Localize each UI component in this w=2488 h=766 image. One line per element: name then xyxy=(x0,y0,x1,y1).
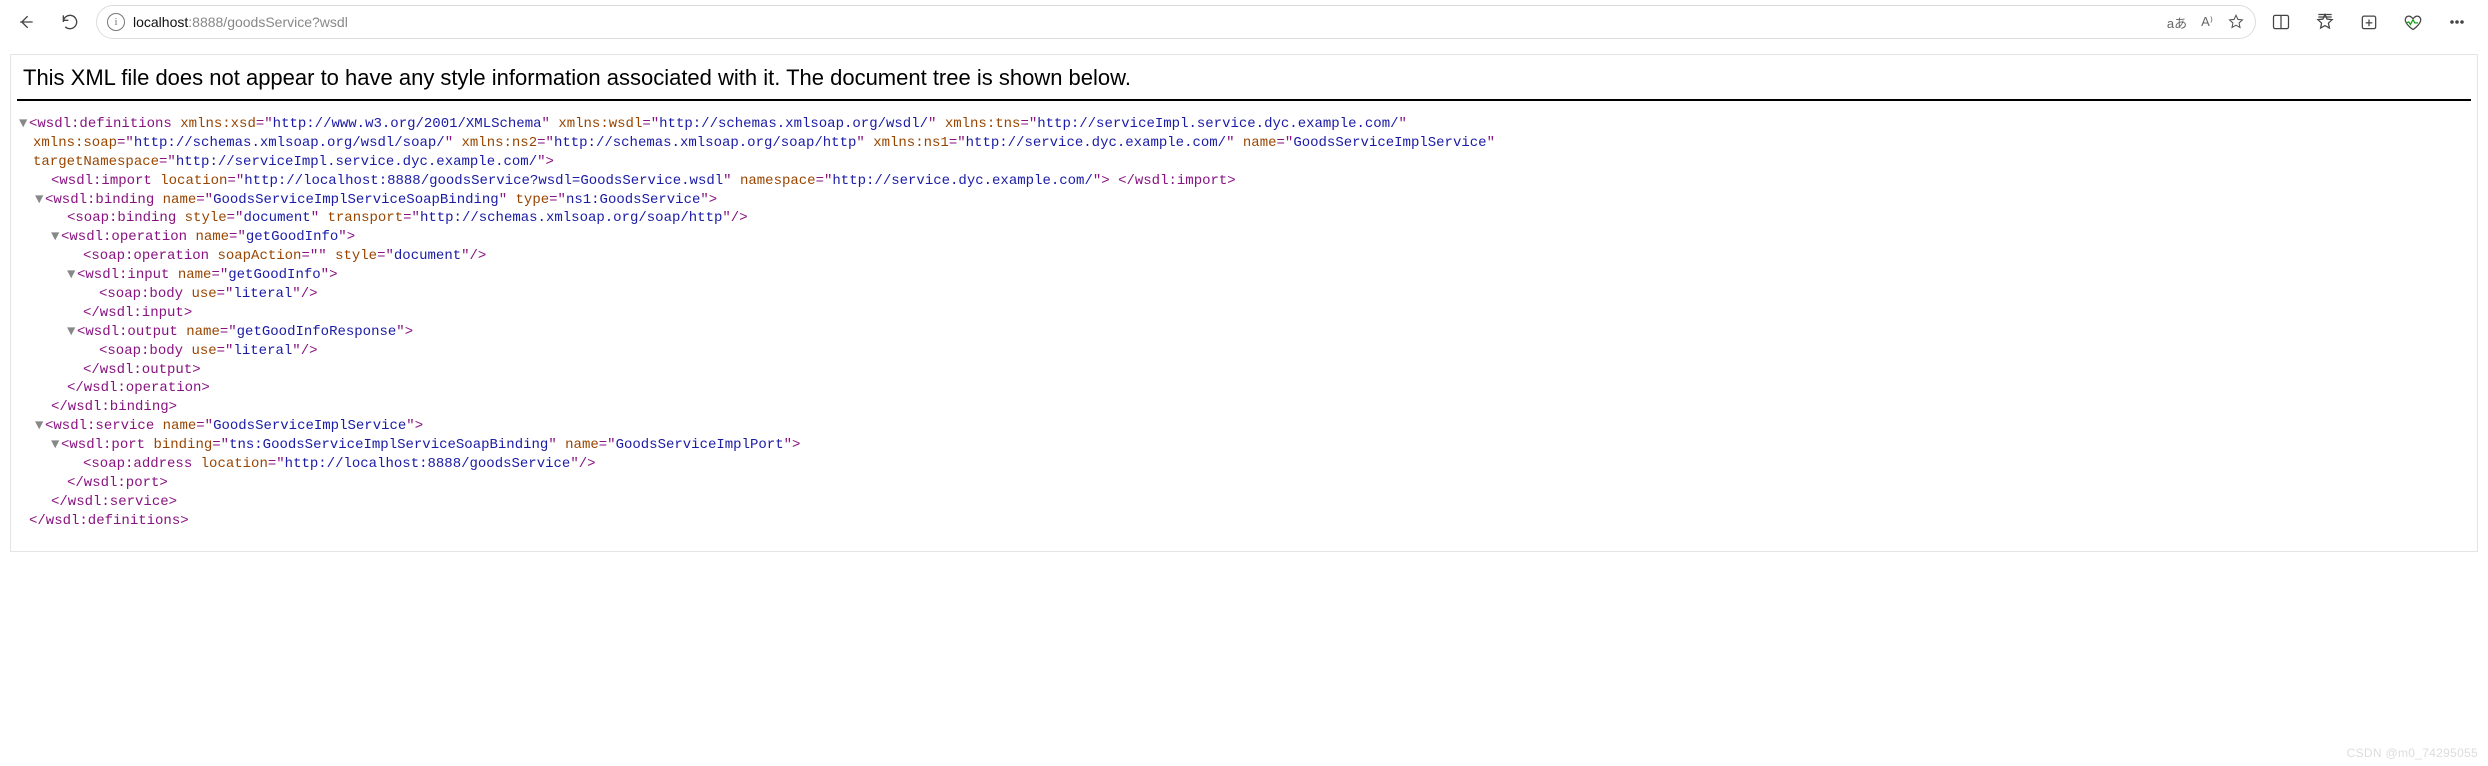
refresh-icon xyxy=(60,12,80,32)
favorites-icon[interactable] xyxy=(2308,5,2342,39)
refresh-button[interactable] xyxy=(52,4,88,40)
xml-tree: ▼<wsdl:definitions xmlns:xsd="http://www… xyxy=(11,101,2477,551)
collections-icon[interactable] xyxy=(2352,5,2386,39)
operation-open[interactable]: ▼<wsdl:operation name="getGoodInfo"> xyxy=(19,228,2469,247)
output-close: </wsdl:output> xyxy=(19,361,2469,380)
split-screen-icon[interactable] xyxy=(2264,5,2298,39)
expander-icon[interactable]: ▼ xyxy=(67,323,77,342)
expander-icon[interactable]: ▼ xyxy=(51,228,61,247)
input-open[interactable]: ▼<wsdl:input name="getGoodInfo"> xyxy=(19,266,2469,285)
service-open[interactable]: ▼<wsdl:service name="GoodsServiceImplSer… xyxy=(19,417,2469,436)
star-icon[interactable] xyxy=(2227,13,2245,31)
definitions-open-line1[interactable]: ▼<wsdl:definitions xmlns:xsd="http://www… xyxy=(19,115,2469,134)
back-button[interactable] xyxy=(8,4,44,40)
binding-close: </wsdl:binding> xyxy=(19,398,2469,417)
expander-icon[interactable]: ▼ xyxy=(51,436,61,455)
definitions-open-line3: targetNamespace="http://serviceImpl.serv… xyxy=(19,153,2469,172)
translate-icon[interactable]: aあ xyxy=(2167,13,2187,32)
input-close: </wsdl:input> xyxy=(19,304,2469,323)
content-area: This XML file does not appear to have an… xyxy=(10,54,2478,552)
address-host: localhost xyxy=(133,14,188,30)
expander-icon[interactable]: ▼ xyxy=(35,417,45,436)
arrow-left-icon xyxy=(16,12,36,32)
port-close: </wsdl:port> xyxy=(19,474,2469,493)
service-close: </wsdl:service> xyxy=(19,493,2469,512)
address-bar[interactable]: i localhost:8888/goodsService?wsdl aあ A⁾ xyxy=(96,5,2256,39)
address-text: localhost:8888/goodsService?wsdl xyxy=(133,14,2159,30)
expander-icon[interactable]: ▼ xyxy=(35,191,45,210)
operation-close: </wsdl:operation> xyxy=(19,379,2469,398)
expander-icon[interactable]: ▼ xyxy=(67,266,77,285)
output-open[interactable]: ▼<wsdl:output name="getGoodInfoResponse"… xyxy=(19,323,2469,342)
toolbar-right xyxy=(2264,5,2480,39)
definitions-open-line2: xmlns:soap="http://schemas.xmlsoap.org/w… xyxy=(19,134,2469,153)
expander-icon[interactable]: ▼ xyxy=(19,115,29,134)
import-line[interactable]: <wsdl:import location="http://localhost:… xyxy=(19,172,2469,191)
address-path: :8888/goodsService?wsdl xyxy=(188,14,348,30)
read-aloud-icon[interactable]: A⁾ xyxy=(2201,14,2213,30)
soap-address[interactable]: <soap:address location="http://localhost… xyxy=(19,455,2469,474)
binding-open[interactable]: ▼<wsdl:binding name="GoodsServiceImplSer… xyxy=(19,191,2469,210)
definitions-close: </wsdl:definitions> xyxy=(19,512,2469,531)
soap-operation[interactable]: <soap:operation soapAction="" style="doc… xyxy=(19,247,2469,266)
input-soap-body[interactable]: <soap:body use="literal"/> xyxy=(19,285,2469,304)
port-open[interactable]: ▼<wsdl:port binding="tns:GoodsServiceImp… xyxy=(19,436,2469,455)
soap-binding[interactable]: <soap:binding style="document" transport… xyxy=(19,209,2469,228)
browser-toolbar: i localhost:8888/goodsService?wsdl aあ A⁾ xyxy=(0,0,2488,44)
more-icon[interactable] xyxy=(2440,5,2474,39)
watermark: CSDN @m0_74295055 xyxy=(2347,746,2478,760)
site-info-icon[interactable]: i xyxy=(107,13,125,31)
xml-banner: This XML file does not appear to have an… xyxy=(17,55,2471,101)
output-soap-body[interactable]: <soap:body use="literal"/> xyxy=(19,342,2469,361)
performance-icon[interactable] xyxy=(2396,5,2430,39)
